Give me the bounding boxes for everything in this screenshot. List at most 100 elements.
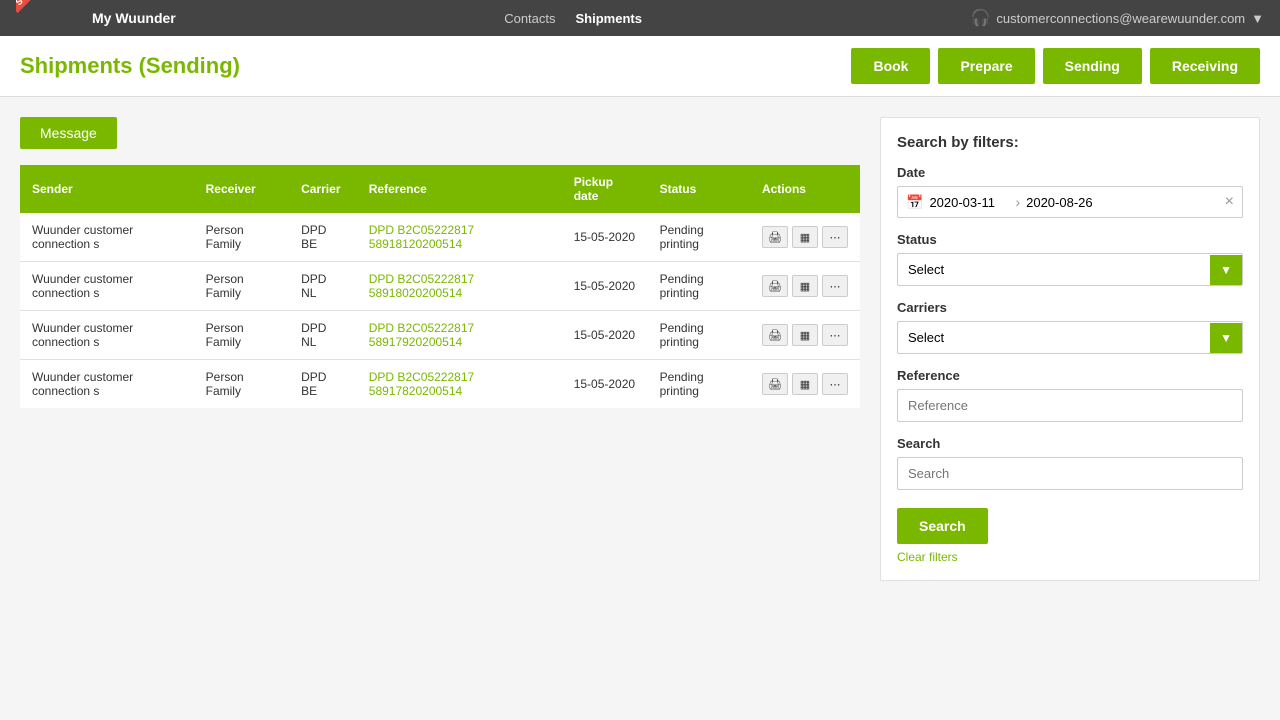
status-filter-section: Status Select ▼ — [897, 232, 1243, 286]
action-barcode-icon[interactable]: ▦ — [792, 226, 818, 248]
cell-actions: 🖨 ▦ ⋯ — [750, 311, 860, 360]
cell-carrier: DPD NL — [289, 311, 357, 360]
carriers-filter-label: Carriers — [897, 300, 1243, 315]
table-row: Wuunder customer connection s Person Fam… — [20, 213, 860, 262]
action-barcode-icon[interactable]: ▦ — [792, 373, 818, 395]
search-filter-label: Search — [897, 436, 1243, 451]
action-more-icon[interactable]: ⋯ — [822, 275, 848, 297]
cell-status: Pending printing — [648, 262, 750, 311]
cell-sender: Wuunder customer connection s — [20, 262, 194, 311]
search-input[interactable] — [897, 457, 1243, 490]
reference-link[interactable]: DPD B2C05222817 58918120200514 — [369, 223, 474, 251]
action-more-icon[interactable]: ⋯ — [822, 226, 848, 248]
search-filter-section: Search — [897, 436, 1243, 490]
receiving-button[interactable]: Receiving — [1150, 48, 1260, 84]
reference-link[interactable]: DPD B2C05222817 58918020200514 — [369, 272, 474, 300]
table-header-row: Sender Receiver Carrier Reference Pickup… — [20, 165, 860, 213]
staging-badge: STAGING — [16, 0, 52, 13]
table-row: Wuunder customer connection s Person Fam… — [20, 360, 860, 409]
date-from-input[interactable] — [929, 195, 1009, 210]
right-sidebar: Search by filters: Date 📅 › × Status Sel… — [880, 117, 1260, 581]
carriers-filter-section: Carriers Select ▼ — [897, 300, 1243, 354]
calendar-icon: 📅 — [906, 194, 923, 211]
nav-shipments[interactable]: Shipments — [576, 11, 642, 26]
table-row: Wuunder customer connection s Person Fam… — [20, 311, 860, 360]
date-range: 📅 › × — [897, 186, 1243, 218]
action-print-icon[interactable]: 🖨 — [762, 373, 788, 395]
action-more-icon[interactable]: ⋯ — [822, 373, 848, 395]
sending-button[interactable]: Sending — [1043, 48, 1142, 84]
data-table: Sender Receiver Carrier Reference Pickup… — [20, 165, 860, 408]
col-sender: Sender — [20, 165, 194, 213]
cell-receiver: Person Family — [194, 360, 289, 409]
cell-status: Pending printing — [648, 213, 750, 262]
cell-carrier: DPD BE — [289, 213, 357, 262]
cell-receiver: Person Family — [194, 213, 289, 262]
cell-actions: 🖨 ▦ ⋯ — [750, 262, 860, 311]
top-nav: STAGING My Wuunder Contacts Shipments 🎧 … — [0, 0, 1280, 36]
col-pickup-date: Pickup date — [562, 165, 648, 213]
date-clear-button[interactable]: × — [1225, 193, 1234, 211]
user-email: customerconnections@wearewuunder.com — [996, 11, 1245, 26]
status-filter-label: Status — [897, 232, 1243, 247]
status-select[interactable]: Select — [898, 254, 1210, 285]
filter-title: Search by filters: — [897, 134, 1243, 151]
cell-status: Pending printing — [648, 360, 750, 409]
col-reference: Reference — [357, 165, 562, 213]
reference-filter-label: Reference — [897, 368, 1243, 383]
cell-pickup-date: 15-05-2020 — [562, 311, 648, 360]
action-more-icon[interactable]: ⋯ — [822, 324, 848, 346]
cell-actions: 🖨 ▦ ⋯ — [750, 360, 860, 409]
reference-link[interactable]: DPD B2C05222817 58917920200514 — [369, 321, 474, 349]
cell-sender: Wuunder customer connection s — [20, 213, 194, 262]
nav-contacts[interactable]: Contacts — [504, 11, 555, 26]
cell-receiver: Person Family — [194, 262, 289, 311]
col-status: Status — [648, 165, 750, 213]
date-to-input[interactable] — [1026, 195, 1106, 210]
cell-pickup-date: 15-05-2020 — [562, 262, 648, 311]
main-layout: Message Sender Receiver Carrier Referenc… — [0, 97, 1280, 601]
cell-pickup-date: 15-05-2020 — [562, 360, 648, 409]
brand-name: My Wuunder — [92, 10, 176, 26]
reference-link[interactable]: DPD B2C05222817 58917820200514 — [369, 370, 474, 398]
status-dropdown-button[interactable]: ▼ — [1210, 255, 1242, 285]
col-carrier: Carrier — [289, 165, 357, 213]
cell-status: Pending printing — [648, 311, 750, 360]
action-barcode-icon[interactable]: ▦ — [792, 275, 818, 297]
action-print-icon[interactable]: 🖨 — [762, 324, 788, 346]
clear-filters-link[interactable]: Clear filters — [897, 550, 1243, 564]
cell-reference: DPD B2C05222817 58917920200514 — [357, 311, 562, 360]
page-title: Shipments (Sending) — [20, 53, 240, 79]
action-print-icon[interactable]: 🖨 — [762, 275, 788, 297]
user-info: 🎧 customerconnections@wearewuunder.com ▼ — [970, 8, 1264, 28]
prepare-button[interactable]: Prepare — [938, 48, 1034, 84]
header-buttons: Book Prepare Sending Receiving — [851, 48, 1260, 84]
date-range-arrow: › — [1015, 194, 1020, 210]
action-barcode-icon[interactable]: ▦ — [792, 324, 818, 346]
reference-input[interactable] — [897, 389, 1243, 422]
date-filter-section: Date 📅 › × — [897, 165, 1243, 218]
cell-receiver: Person Family — [194, 311, 289, 360]
cell-sender: Wuunder customer connection s — [20, 360, 194, 409]
headset-icon: 🎧 — [970, 8, 990, 28]
reference-filter-section: Reference — [897, 368, 1243, 422]
book-button[interactable]: Book — [851, 48, 930, 84]
header-bar: Shipments (Sending) Book Prepare Sending… — [0, 36, 1280, 97]
search-button[interactable]: Search — [897, 508, 988, 544]
carriers-dropdown-button[interactable]: ▼ — [1210, 323, 1242, 353]
cell-reference: DPD B2C05222817 58918120200514 — [357, 213, 562, 262]
status-select-wrapper: Select ▼ — [897, 253, 1243, 286]
col-actions: Actions — [750, 165, 860, 213]
dropdown-arrow-icon[interactable]: ▼ — [1251, 11, 1264, 26]
cell-carrier: DPD NL — [289, 262, 357, 311]
cell-reference: DPD B2C05222817 58918020200514 — [357, 262, 562, 311]
cell-sender: Wuunder customer connection s — [20, 311, 194, 360]
carriers-select-wrapper: Select ▼ — [897, 321, 1243, 354]
cell-actions: 🖨 ▦ ⋯ — [750, 213, 860, 262]
action-print-icon[interactable]: 🖨 — [762, 226, 788, 248]
cell-reference: DPD B2C05222817 58917820200514 — [357, 360, 562, 409]
cell-pickup-date: 15-05-2020 — [562, 213, 648, 262]
date-filter-label: Date — [897, 165, 1243, 180]
carriers-select[interactable]: Select — [898, 322, 1210, 353]
message-button[interactable]: Message — [20, 117, 117, 149]
